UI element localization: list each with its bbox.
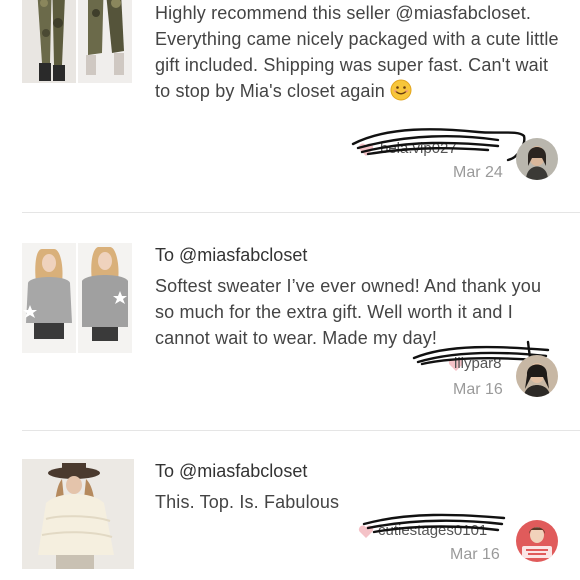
reviewer-username[interactable]: cutiestages0101 <box>378 522 487 539</box>
review-date: Mar 16 <box>450 546 500 563</box>
review-text: This. Top. Is. Fabulous <box>155 492 340 512</box>
review-recipient[interactable]: To @miasfabcloset <box>155 459 565 483</box>
review-text: Softest sweater I’ve ever owned! And tha… <box>155 276 542 348</box>
review-thumbnails[interactable] <box>22 243 132 353</box>
divider <box>22 430 580 431</box>
smile-emoji-icon <box>390 79 412 101</box>
camo-leggings-photo[interactable] <box>22 0 76 83</box>
star-sweater-photo[interactable] <box>22 243 76 353</box>
review-date: Mar 16 <box>453 381 503 398</box>
reviewer-avatar[interactable] <box>516 520 558 562</box>
review-text: Highly recommend this seller @miasfabclo… <box>155 3 559 101</box>
review-recipient[interactable]: To @miasfabcloset <box>155 243 565 267</box>
ruffle-top-photo[interactable] <box>22 459 134 569</box>
star-sweater-photo-2[interactable] <box>78 243 132 353</box>
review-thumbnails[interactable] <box>22 0 132 83</box>
reviewer-username[interactable]: lilypar8 <box>454 355 502 372</box>
divider <box>22 212 580 213</box>
review-date: Mar 24 <box>453 164 503 181</box>
camo-leggings-photo-2[interactable] <box>78 0 132 83</box>
reviewer-avatar[interactable] <box>516 138 558 180</box>
heart-icon <box>358 143 374 156</box>
reviewer-username[interactable]: bela.vip027 <box>380 140 457 157</box>
review-thumbnails[interactable] <box>22 459 134 569</box>
heart-icon <box>358 525 374 538</box>
reviewer-avatar[interactable] <box>516 355 558 397</box>
